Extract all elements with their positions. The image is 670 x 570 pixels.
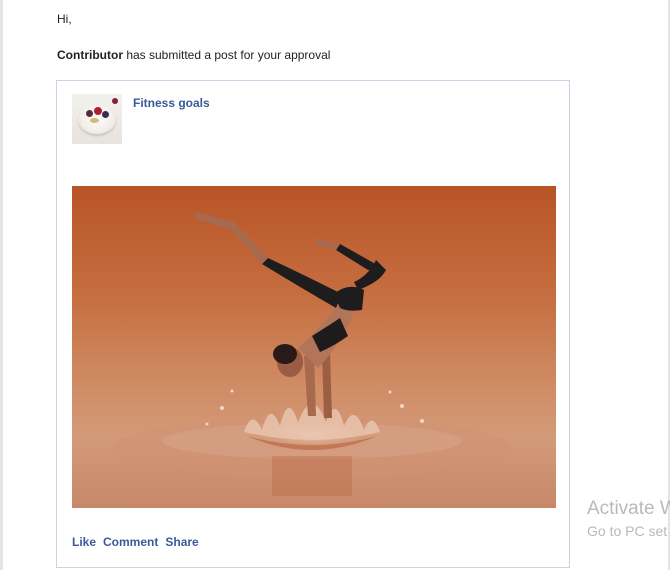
post-title-link[interactable]: Fitness goals xyxy=(133,96,210,110)
post-main-image[interactable] xyxy=(72,186,556,508)
berry xyxy=(86,110,93,117)
oats xyxy=(90,118,99,123)
contributor-name: Contributor xyxy=(57,48,123,62)
intro-text: Contributor has submitted a post for you… xyxy=(57,48,330,62)
berry xyxy=(94,107,102,115)
berry xyxy=(102,111,109,118)
berry xyxy=(112,98,118,104)
handstand-splash-illustration xyxy=(112,212,512,496)
like-link[interactable]: Like xyxy=(72,535,96,549)
intro-message: has submitted a post for your approval xyxy=(122,48,331,62)
share-link[interactable]: Share xyxy=(165,535,198,549)
post-thumbnail[interactable] xyxy=(72,94,122,144)
left-edge xyxy=(0,0,3,570)
greeting-text: Hi, xyxy=(57,12,72,26)
comment-link[interactable]: Comment xyxy=(103,535,158,549)
post-actions: Like Comment Share xyxy=(72,535,206,549)
activate-windows-watermark: Activate W xyxy=(587,498,670,519)
post-card: Fitness goals Like Comment Share xyxy=(56,80,570,568)
activate-windows-subtext: Go to PC set xyxy=(587,523,668,539)
